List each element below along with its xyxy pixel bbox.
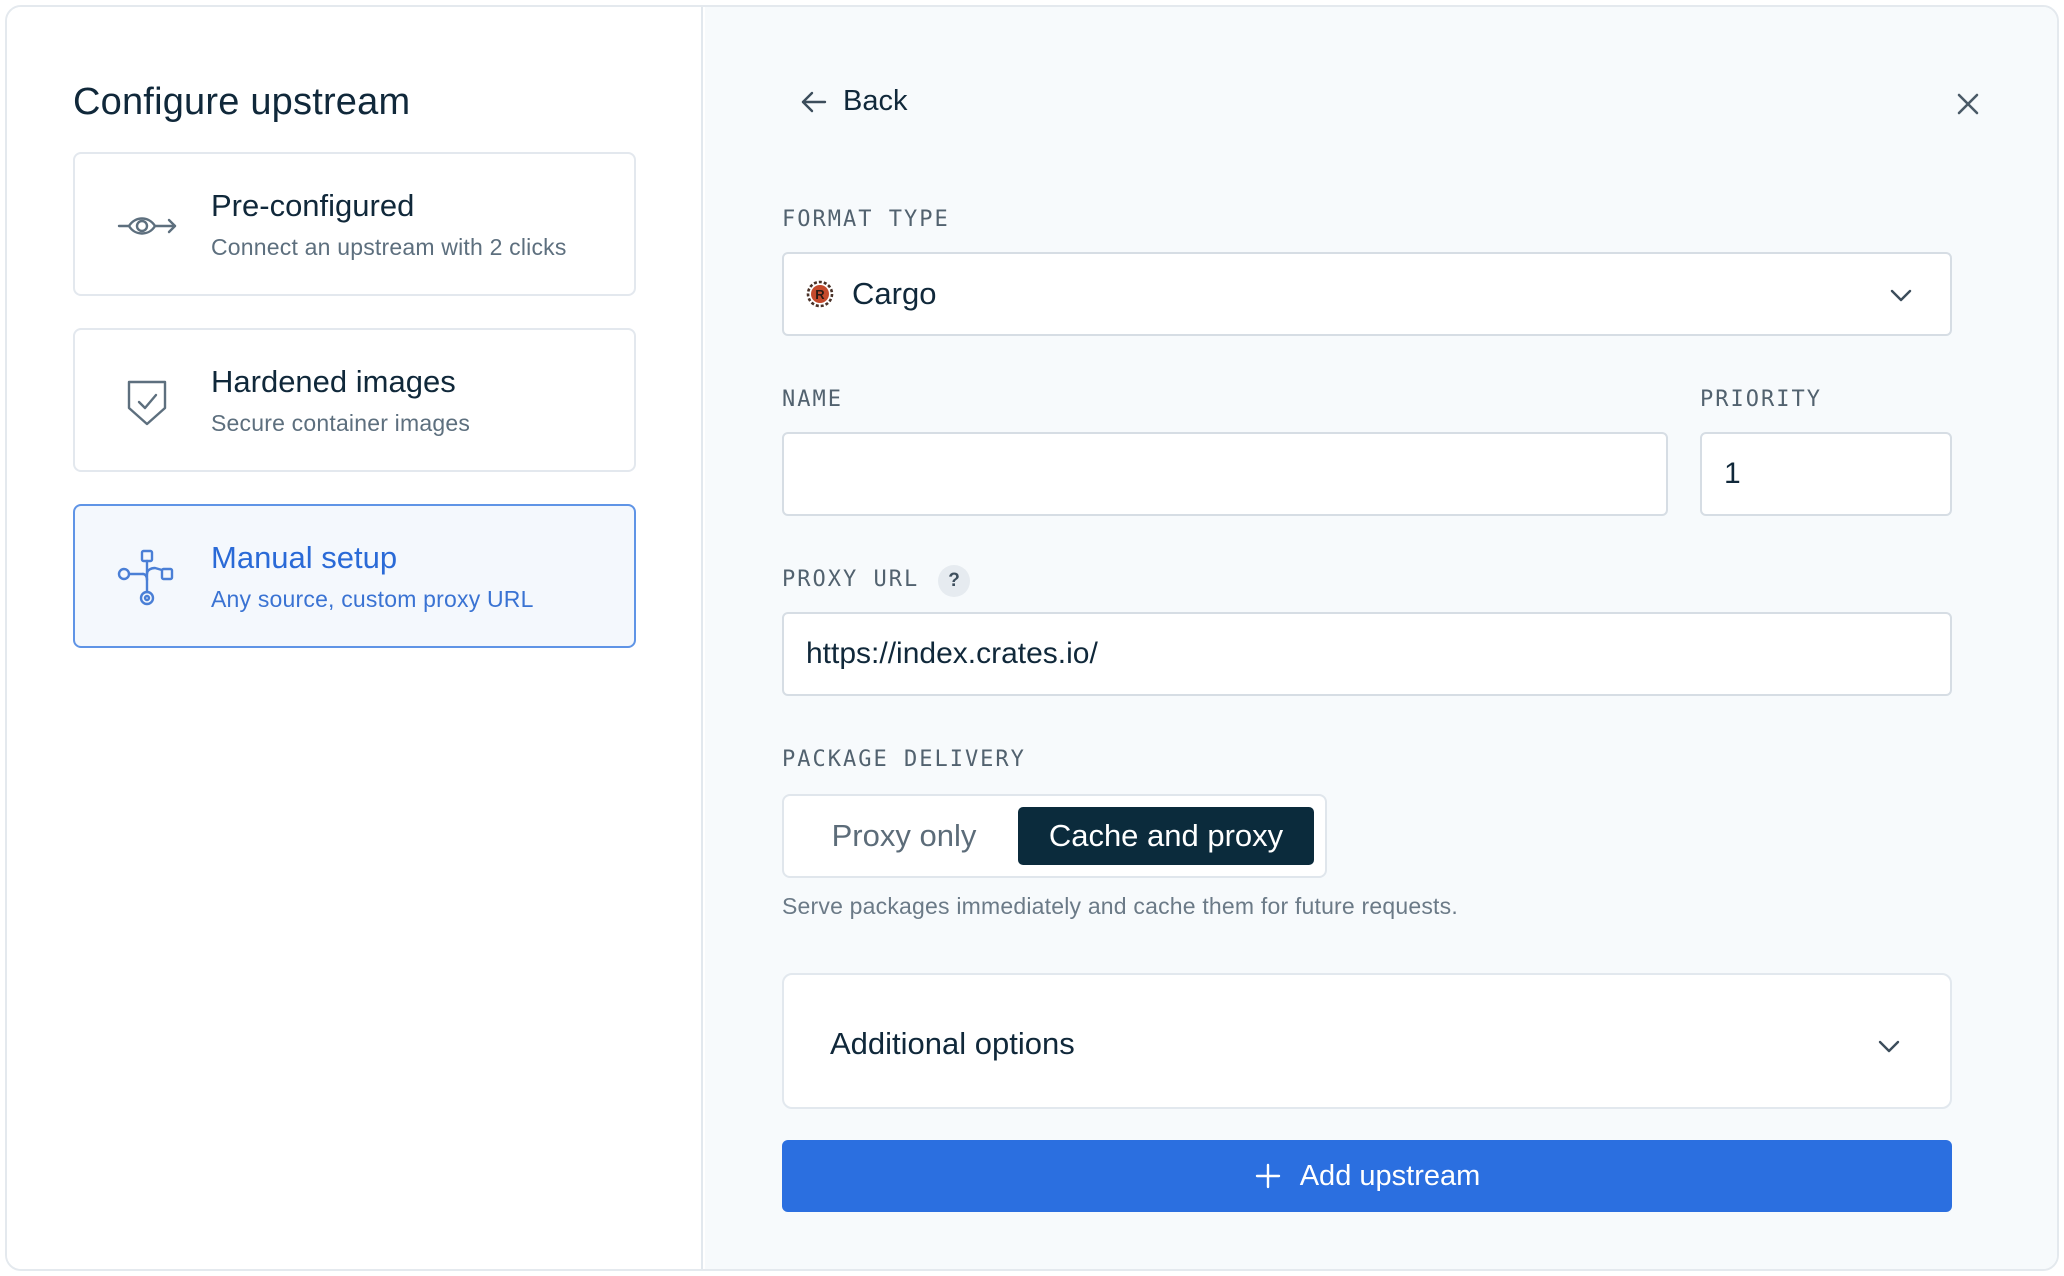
add-upstream-label: Add upstream — [1299, 1159, 1481, 1192]
package-delivery-label: PACKAGE DELIVERY — [782, 747, 1026, 772]
chevron-down-icon — [1878, 1040, 1900, 1053]
additional-options-label: Additional options — [830, 1026, 1075, 1061]
additional-options-accordion[interactable]: Additional options — [782, 973, 1952, 1109]
package-delivery-helper: Serve packages immediately and cache the… — [782, 893, 1458, 919]
priority-label: PRIORITY — [1700, 387, 1822, 412]
upstream-type-panel: Configure upstream Pre-configured Connec… — [7, 7, 703, 1269]
eye-arrow-icon — [117, 217, 177, 235]
option-title: Manual setup — [211, 540, 398, 575]
shield-check-icon — [127, 380, 167, 426]
option-description: Secure container images — [211, 410, 471, 436]
arrow-left-icon — [801, 91, 827, 112]
back-label: Back — [843, 85, 908, 117]
option-description: Connect an upstream with 2 clicks — [211, 234, 567, 260]
help-icon[interactable]: ? — [938, 565, 970, 597]
package-delivery-toggle: Proxy only Cache and proxy — [782, 794, 1327, 878]
format-type-value: Cargo — [852, 276, 937, 311]
cache-and-proxy-option[interactable]: Cache and proxy — [1018, 807, 1314, 865]
add-upstream-button[interactable]: Add upstream — [782, 1140, 1952, 1212]
proxy-url-label: PROXY URL — [782, 567, 920, 592]
option-title: Hardened images — [211, 364, 456, 399]
priority-input[interactable] — [1700, 432, 1952, 516]
option-hardened-images[interactable]: Hardened images Secure container images — [73, 328, 636, 472]
chevron-down-icon — [1890, 289, 1912, 302]
back-button[interactable]: Back — [799, 85, 907, 118]
option-manual-setup[interactable]: Manual setup Any source, custom proxy UR… — [73, 504, 636, 648]
name-input[interactable] — [782, 432, 1668, 516]
dialog-title: Configure upstream — [73, 81, 411, 123]
proxy-only-option[interactable]: Proxy only — [794, 807, 1014, 865]
format-type-label: FORMAT TYPE — [782, 207, 950, 232]
close-icon[interactable] — [1951, 87, 1985, 121]
rust-logo-icon: R — [806, 280, 834, 308]
option-title: Pre-configured — [211, 188, 415, 223]
proxy-url-input[interactable] — [782, 612, 1952, 696]
network-nodes-icon — [117, 549, 174, 606]
option-description: Any source, custom proxy URL — [211, 586, 534, 612]
manual-setup-form: Back FORMAT TYPE R Cargo NAME PRIORITY P… — [705, 7, 2057, 1269]
option-pre-configured[interactable]: Pre-configured Connect an upstream with … — [73, 152, 636, 296]
configure-upstream-dialog: Configure upstream Pre-configured Connec… — [5, 5, 2059, 1271]
name-label: NAME — [782, 387, 843, 412]
svg-text:R: R — [815, 287, 825, 302]
plus-icon — [1255, 1163, 1280, 1189]
format-type-select[interactable]: R Cargo — [782, 252, 1952, 336]
